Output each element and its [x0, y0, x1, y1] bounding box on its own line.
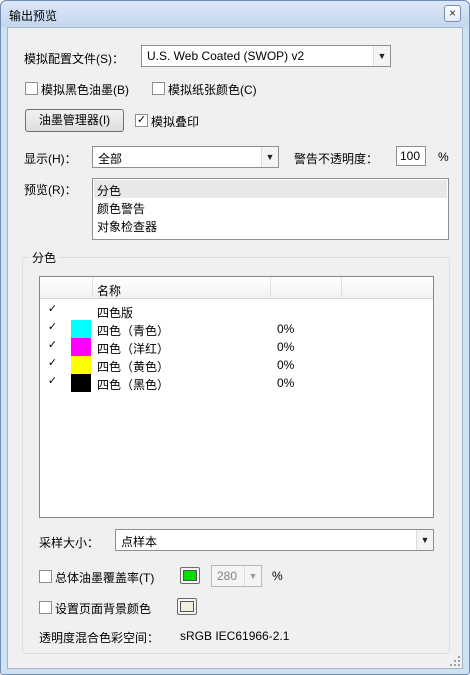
list-item-selected-bg — [94, 180, 447, 198]
column-header[interactable] — [40, 277, 93, 299]
warning-opacity-label: 警告不透明度： — [294, 152, 379, 166]
separation-value: 0% — [277, 322, 295, 336]
table-header: 名称 — [40, 277, 433, 299]
separation-name: 四色（黄色） — [97, 360, 170, 374]
display-dropdown[interactable]: 全部 ▼ — [92, 146, 279, 168]
table-row[interactable]: ✓ 四色（青色） 0% — [40, 320, 433, 338]
separations-table: 名称 ✓ 四色版 ✓ 四色（青色） 0% ✓ 四色（洋红） 0% ✓ 四色（黄色… — [39, 276, 434, 518]
column-header-value[interactable] — [271, 277, 342, 299]
total-ink-unit: % — [272, 569, 283, 583]
checkmark-icon[interactable]: ✓ — [46, 376, 59, 389]
sample-size-value: 点样本 — [121, 535, 158, 549]
black-ink-label: 模拟黑色油墨(B) — [41, 83, 129, 97]
output-preview-window: 输出预览 × 模拟配置文件(S)： U.S. Web Coated (SWOP)… — [0, 0, 470, 675]
preview-listbox[interactable]: 分色 颜色警告 对象检查器 — [92, 178, 449, 240]
profile-dropdown[interactable]: U.S. Web Coated (SWOP) v2 ▼ — [141, 45, 391, 67]
yellow-swatch — [71, 356, 91, 374]
dropdown-arrow-icon: ▼ — [244, 566, 261, 586]
total-ink-color-button[interactable] — [180, 567, 200, 584]
table-row[interactable]: ✓ 四色（洋红） 0% — [40, 338, 433, 356]
total-ink-label: 总体油墨覆盖率(T) — [55, 571, 155, 585]
separation-value: 0% — [277, 358, 295, 372]
resize-grip-icon[interactable] — [450, 656, 460, 666]
page-bg-color-button[interactable] — [177, 598, 197, 615]
separation-name: 四色（青色） — [97, 324, 170, 338]
sample-size-dropdown[interactable]: 点样本 ▼ — [115, 529, 434, 551]
checkmark-icon[interactable]: ✓ — [46, 358, 59, 371]
separation-name: 四色版 — [97, 306, 134, 320]
separation-value: 0% — [277, 340, 295, 354]
sample-size-label: 采样大小： — [39, 536, 100, 550]
cyan-swatch — [71, 320, 91, 338]
list-item[interactable]: 分色 — [97, 182, 121, 199]
page-bg-checkbox[interactable] — [39, 601, 52, 614]
dialog-body: 模拟配置文件(S)： U.S. Web Coated (SWOP) v2 ▼ 模… — [7, 27, 463, 669]
total-ink-checkbox[interactable] — [39, 570, 52, 583]
checkmark-icon[interactable]: ✓ — [46, 304, 59, 317]
display-label: 显示(H)： — [24, 152, 77, 166]
close-icon: × — [448, 6, 456, 20]
dropdown-arrow-icon: ▼ — [373, 46, 390, 66]
page-bg-color-swatch — [180, 601, 194, 612]
checkmark-icon[interactable]: ✓ — [46, 340, 59, 353]
ink-manager-button[interactable]: 油墨管理器(I) — [25, 109, 124, 132]
black-swatch — [71, 374, 91, 392]
separation-name: 四色（黑色） — [97, 378, 170, 392]
blend-space-value: sRGB IEC61966-2.1 — [180, 629, 290, 643]
table-row[interactable]: ✓ 四色（黑色） 0% — [40, 374, 433, 392]
close-button[interactable]: × — [444, 5, 461, 22]
dropdown-arrow-icon: ▼ — [416, 530, 433, 550]
total-ink-value: 280 — [217, 569, 238, 583]
list-item[interactable]: 颜色警告 — [97, 200, 145, 217]
paper-color-checkbox[interactable] — [152, 82, 165, 95]
magenta-swatch — [71, 338, 91, 356]
checkmark-icon[interactable]: ✓ — [46, 322, 59, 335]
dropdown-arrow-icon: ▼ — [261, 147, 278, 167]
warning-opacity-unit: % — [438, 150, 449, 164]
profile-value: U.S. Web Coated (SWOP) v2 — [147, 49, 305, 63]
list-item[interactable]: 对象检查器 — [97, 218, 157, 235]
warning-opacity-input[interactable]: 100 — [396, 146, 426, 166]
profile-label: 模拟配置文件(S)： — [24, 52, 124, 66]
total-ink-dropdown[interactable]: 280 ▼ — [211, 565, 262, 587]
black-ink-checkbox[interactable] — [25, 82, 38, 95]
checkmark-icon: ✓ — [136, 114, 147, 126]
group-title: 分色 — [30, 249, 59, 266]
blend-space-label: 透明度混合色彩空间： — [39, 631, 160, 645]
column-header-name[interactable]: 名称 — [93, 277, 271, 299]
paper-color-label: 模拟纸张颜色(C) — [168, 83, 257, 97]
display-value: 全部 — [98, 152, 123, 166]
separation-name: 四色（洋红） — [97, 342, 170, 356]
overprint-checkbox[interactable]: ✓ — [135, 114, 148, 127]
separation-value: 0% — [277, 376, 295, 390]
table-row[interactable]: ✓ 四色版 — [40, 302, 433, 321]
overprint-label: 模拟叠印 — [151, 115, 200, 129]
table-row[interactable]: ✓ 四色（黄色） 0% — [40, 356, 433, 374]
total-ink-color-swatch — [183, 570, 197, 581]
preview-label: 预览(R)： — [24, 183, 77, 197]
column-header-label: 名称 — [97, 284, 122, 298]
window-title: 输出预览 — [9, 9, 58, 23]
title-bar[interactable]: 输出预览 × — [1, 1, 469, 27]
page-bg-label: 设置页面背景颜色 — [55, 602, 152, 616]
column-header-extra[interactable] — [342, 277, 433, 299]
